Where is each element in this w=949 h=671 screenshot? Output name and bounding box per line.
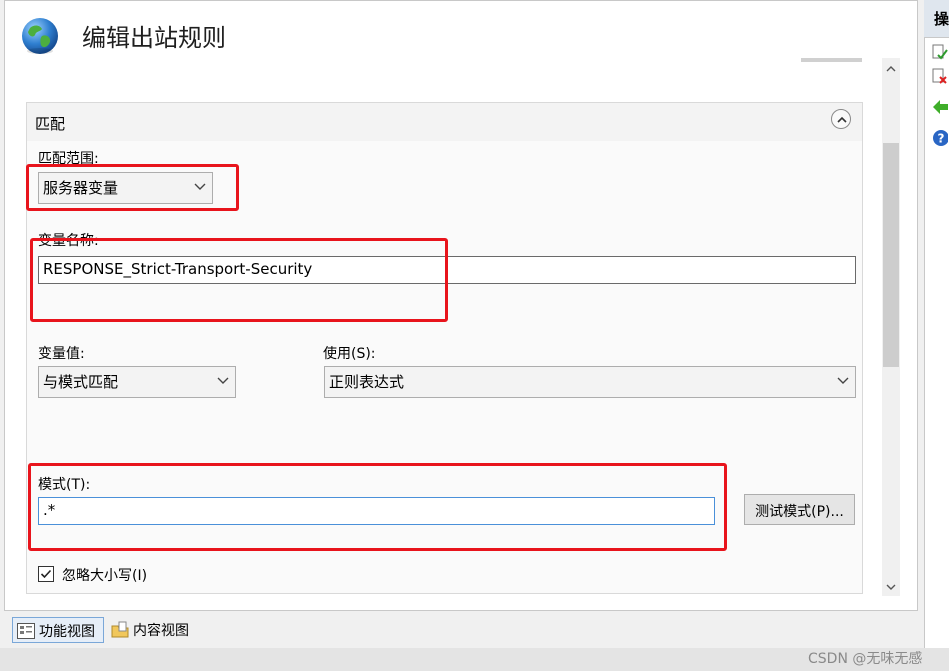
using-select[interactable]: 正则表达式 <box>324 366 856 398</box>
highlight-box-scope <box>26 164 239 211</box>
arrow-down-icon <box>886 584 896 590</box>
test-pattern-label: 测试模式(P)... <box>755 504 844 520</box>
cancel-icon[interactable] <box>932 68 948 86</box>
using-selected: 正则表达式 <box>329 373 405 391</box>
scrollbar-thumb[interactable] <box>883 143 899 367</box>
watermark: CSDN @无味无感 <box>808 651 923 667</box>
chevron-up-icon <box>837 116 847 123</box>
page-title: 编辑出站规则 <box>82 24 226 52</box>
title-divider <box>801 58 862 62</box>
highlight-box-variable-name <box>30 238 448 322</box>
ignore-case-checkbox[interactable] <box>38 566 54 582</box>
chevron-down-icon <box>217 377 229 384</box>
content-view-icon <box>111 621 129 638</box>
checkmark-icon <box>40 569 52 579</box>
features-view-label: 功能视图 <box>39 624 95 640</box>
chevron-down-icon <box>837 377 849 384</box>
using-label: 使用(S): <box>323 346 376 362</box>
scroll-down-button[interactable] <box>882 576 900 598</box>
content-view-button[interactable]: 内容视图 <box>108 617 200 643</box>
arrow-up-icon <box>886 66 896 72</box>
scroll-up-button[interactable] <box>882 58 900 80</box>
features-view-button[interactable]: 功能视图 <box>12 617 104 643</box>
ignore-case-label: 忽略大小写(I) <box>62 568 148 584</box>
variable-value-label: 变量值: <box>38 346 85 362</box>
test-pattern-button[interactable]: 测试模式(P)... <box>744 494 855 525</box>
apply-icon[interactable] <box>932 44 948 62</box>
bottom-strip <box>0 648 949 671</box>
highlight-box-pattern <box>28 463 727 551</box>
variable-value-select[interactable]: 与模式匹配 <box>38 366 236 398</box>
content-view-label: 内容视图 <box>133 623 189 639</box>
features-view-icon <box>17 623 35 639</box>
match-heading: 匹配 <box>35 115 66 133</box>
globe-icon <box>20 16 60 56</box>
back-icon[interactable] <box>932 98 948 116</box>
actions-pane-header: 操 <box>924 0 949 38</box>
collapse-button[interactable] <box>831 109 851 129</box>
actions-pane-title: 操 <box>934 10 949 28</box>
match-group-header <box>27 103 862 141</box>
variable-value-selected: 与模式匹配 <box>43 373 119 391</box>
help-icon[interactable]: ? <box>932 129 948 147</box>
svg-text:?: ? <box>938 132 945 146</box>
